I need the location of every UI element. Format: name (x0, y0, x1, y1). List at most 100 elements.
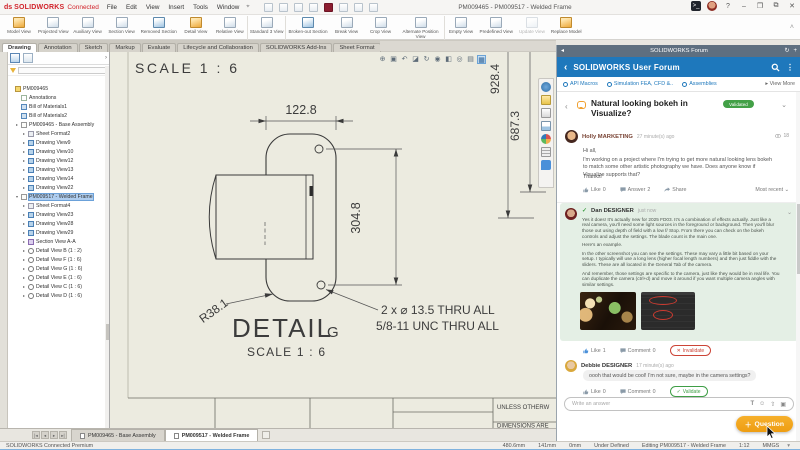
hole-bottom[interactable] (317, 281, 325, 289)
panel-collapse-icon[interactable]: › (105, 55, 107, 61)
command-button[interactable]: Replace Model (549, 16, 584, 40)
sort-dropdown[interactable]: Most recent ⌄ (755, 187, 789, 193)
quick-access-icon[interactable] (324, 3, 333, 12)
command-button[interactable]: Predefined View (478, 16, 515, 40)
avatar[interactable] (565, 208, 577, 220)
quick-access-icon[interactable] (309, 3, 318, 12)
task-pane-icon[interactable] (541, 147, 551, 157)
quick-access-icon[interactable] (339, 3, 348, 12)
ribbon-tab[interactable]: Markup (109, 43, 140, 52)
like-button[interactable]: Like 0 (583, 389, 606, 395)
answer-collapse-icon[interactable]: ⌄ (787, 209, 792, 216)
command-button[interactable]: Relative View (213, 16, 247, 40)
task-pane-icon[interactable] (541, 82, 551, 92)
ribbon-tab[interactable]: Annotation (38, 43, 78, 52)
view-tool-icon[interactable] (455, 55, 464, 64)
command-button[interactable]: Broken-out Section (285, 16, 329, 40)
tree-item[interactable]: ▸ Detail View D (1 : 6) (8, 291, 109, 300)
refresh-icon[interactable]: ↻ (784, 45, 789, 57)
emoji-icon[interactable]: ☺ (759, 401, 765, 407)
answer-author[interactable]: Dan DESIGNER (591, 208, 634, 214)
collapse-ribbon-icon[interactable]: ˄ (790, 16, 798, 31)
view-tool-icon[interactable] (411, 55, 420, 64)
tree-item[interactable]: ▸ Drawing View22 (8, 183, 109, 192)
thread-collapse-icon[interactable]: ⌄ (781, 101, 787, 109)
ribbon-tab[interactable]: Sheet Format (333, 43, 380, 52)
ribbon-tab[interactable]: SOLIDWORKS Add-Ins (260, 43, 333, 52)
property-manager-tab-icon[interactable] (23, 53, 33, 63)
task-pane-icon[interactable] (541, 108, 551, 118)
view-tool-icon[interactable] (466, 55, 475, 64)
view-tool-icon[interactable] (433, 55, 442, 64)
command-button[interactable]: Alternate Position View (398, 16, 444, 40)
view-more-link[interactable]: ▸ View More (765, 81, 795, 87)
camera-settings-thumbnail[interactable] (641, 292, 695, 330)
drawing-graphics-area[interactable]: UNLESS OTHERW DIMENSIONS ARE SCALE 1 : 6… (110, 52, 556, 428)
answer-button[interactable]: Answer 2 (620, 187, 651, 193)
validate-button[interactable]: ✓ Validate (670, 386, 708, 397)
thread-title[interactable]: Natural looking bokeh in Visualize? (591, 98, 717, 119)
popout-button[interactable]: ⧉ (771, 2, 781, 10)
tree-item[interactable]: ▸ PM009465 - Base Assembly (8, 120, 109, 129)
share-button[interactable]: Share (664, 187, 686, 193)
quick-access-icon[interactable] (279, 3, 288, 12)
task-pane-icon[interactable] (541, 160, 551, 170)
hole-callout-line1[interactable]: 2 x ⌀ 13.5 THRU ALL (381, 303, 495, 317)
minimize-button[interactable]: – (739, 3, 749, 10)
help-icon[interactable]: ? (723, 3, 733, 10)
tree-item[interactable]: Bill of Materials1 (8, 102, 109, 111)
pin-icon[interactable]: ⌖ (246, 4, 249, 11)
tree-item[interactable]: ▸ Drawing View29 (8, 228, 109, 237)
tree-item[interactable]: ▸ Detail View G (1 : 6) (8, 264, 109, 273)
view-tool-icon[interactable] (378, 55, 387, 64)
tree-item[interactable]: ▸ Detail View E (1 : 6) (8, 273, 109, 282)
command-button[interactable]: Auxiliary View (71, 16, 105, 40)
tree-item[interactable]: ▸ Drawing View10 (8, 147, 109, 156)
command-button[interactable]: Break View (330, 16, 364, 40)
3dexperience-search-icon[interactable]: >_ (691, 1, 701, 11)
tree-item[interactable]: ▸ Section View A-A (8, 237, 109, 246)
dim-width[interactable]: 122.8 (285, 103, 316, 117)
tree-item[interactable]: ▸ Sheet Format2 (8, 129, 109, 138)
back-icon[interactable]: ‹ (564, 62, 567, 73)
community-tab[interactable]: API Macros (563, 81, 598, 87)
tree-item[interactable]: ▸ Drawing View23 (8, 210, 109, 219)
view-tool-icon[interactable] (422, 55, 431, 64)
avatar[interactable] (565, 360, 577, 372)
tree-item[interactable]: ▸ Drawing View13 (8, 165, 109, 174)
like-button[interactable]: Like 1 (583, 348, 606, 354)
sheet-tab[interactable]: PM009465 - Base Assembly (71, 429, 165, 441)
tube-body[interactable] (216, 175, 313, 259)
tree-item[interactable]: ▸ Drawing View12 (8, 156, 109, 165)
quick-access-icon[interactable] (294, 3, 303, 12)
ribbon-tab[interactable]: Evaluate (142, 43, 177, 52)
task-pane-icon[interactable] (541, 95, 551, 105)
command-button[interactable]: Model View (2, 16, 36, 40)
quick-access-icon[interactable] (369, 3, 378, 12)
new-question-button[interactable]: ＋ Question (736, 416, 793, 432)
comment-button[interactable]: Comment 0 (620, 348, 656, 354)
thread-back-icon[interactable]: ‹ (565, 102, 568, 111)
bokeh-photo-thumbnail[interactable] (580, 292, 636, 330)
command-button[interactable]: Section View (105, 16, 139, 40)
featuremanager-tree-tab-icon[interactable] (10, 53, 20, 63)
dim-radius[interactable]: R38.1 (197, 296, 231, 326)
menu-item[interactable]: Edit (126, 4, 137, 11)
forum-scrollbar[interactable] (796, 92, 800, 441)
tree-item[interactable]: ▸ Sheet Format4 (8, 201, 109, 210)
quick-access-icon[interactable] (354, 3, 363, 12)
tree-item[interactable]: ▸ Detail View B (1 : 2) (8, 246, 109, 255)
invalidate-button[interactable]: ✕ Invalidate (670, 345, 712, 356)
tree-item[interactable]: ▾ PM009517 - Welded Frame (8, 192, 109, 201)
reply-author[interactable]: Debbie DESIGNER (581, 363, 632, 369)
like-button[interactable]: Like 0 (583, 187, 606, 193)
panel-dock-icon[interactable]: ◂ (561, 45, 564, 57)
tree-item[interactable]: ▸ Drawing View9 (8, 138, 109, 147)
tree-scrollbar[interactable] (105, 66, 109, 428)
user-avatar[interactable] (707, 1, 717, 11)
upper-view-scale-label[interactable]: SCALE 1 : 6 (135, 60, 240, 76)
menu-item[interactable]: File (107, 4, 117, 11)
drawing-sheet[interactable]: UNLESS OTHERW DIMENSIONS ARE SCALE 1 : 6… (110, 52, 556, 428)
view-tool-icon[interactable] (477, 55, 486, 64)
tree-item[interactable]: Annotations (8, 93, 109, 102)
